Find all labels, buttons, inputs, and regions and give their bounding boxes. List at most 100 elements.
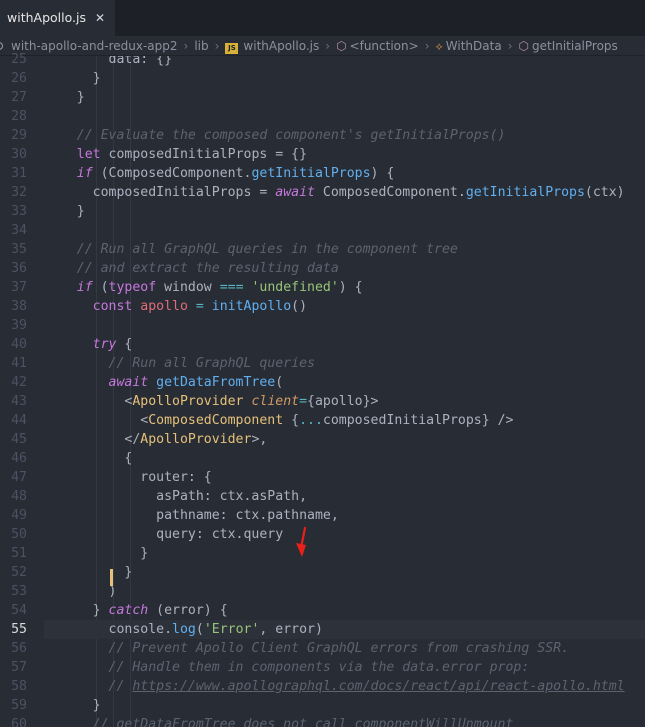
breadcrumb-item[interactable]: ⬡ <function> <box>336 36 419 55</box>
tab-withapollo[interactable]: withApollo.js ✕ <box>0 0 115 36</box>
code-token: client <box>251 394 300 409</box>
code-line[interactable]: const apollo = initApollo() <box>44 297 645 316</box>
breadcrumb-separator: › <box>214 39 220 53</box>
code-line[interactable]: // Prevent Apollo Client GraphQL errors … <box>44 639 645 658</box>
breadcrumb-item[interactable]: JS withApollo.js <box>225 36 319 55</box>
code-token: getDataFromTree <box>156 375 276 390</box>
code-line[interactable]: if (ComposedComponent.getInitialProps) { <box>44 164 645 183</box>
line-number: 26 <box>11 71 27 86</box>
line-number: 49 <box>11 508 27 523</box>
code-line[interactable]: composedInitialProps = await ComposedCom… <box>44 183 645 202</box>
code-line[interactable]: let composedInitialProps = {} <box>44 145 645 164</box>
tab-label: withApollo.js <box>7 10 86 25</box>
code-token: query: ctx.query <box>45 527 284 542</box>
code-token: (ComposedComponent. <box>100 166 252 181</box>
code-token: ... <box>299 413 323 428</box>
code-token: === <box>219 280 252 295</box>
line-number: 60 <box>11 717 27 727</box>
code-line[interactable]: <ComposedComponent {...composedInitialPr… <box>44 411 645 430</box>
code-line[interactable] <box>44 221 645 240</box>
code-line[interactable]: if (typeof window === 'undefined') { <box>44 278 645 297</box>
code-token: catch <box>108 603 157 618</box>
code-token: initApollo <box>211 299 292 314</box>
code-line[interactable] <box>44 316 645 335</box>
code-editor[interactable]: data: {} } } // Evaluate the composed co… <box>44 56 645 727</box>
breadcrumb-separator: › <box>507 39 513 53</box>
line-number: 36 <box>11 261 27 276</box>
line-number-gutter: 25 26 27 28 29 30 31 32 33 34 35 36 37 38 39 40 41 42 43 44… <box>0 52 44 727</box>
line-number: 51 <box>11 546 27 561</box>
code-line[interactable]: query: ctx.query <box>44 525 645 544</box>
code-line[interactable]: </ApolloProvider>, <box>44 430 645 449</box>
code-token: () <box>291 299 308 314</box>
line-number: 27 <box>11 90 27 105</box>
breadcrumb-item[interactable]: ⟡ WithData <box>435 36 502 55</box>
code-token: } <box>45 565 133 580</box>
code-line[interactable]: console.log('Error', error) <box>44 620 645 639</box>
code-line[interactable]: } <box>44 696 645 715</box>
code-token: data: {} <box>45 56 173 67</box>
breadcrumb-label: lib <box>194 39 209 53</box>
annotation-arrow-icon <box>296 526 307 557</box>
code-token: ( <box>100 280 109 295</box>
line-number: 57 <box>11 660 27 675</box>
disk-icon <box>0 42 3 50</box>
code-line[interactable] <box>44 107 645 126</box>
code-line[interactable]: pathname: ctx.pathname, <box>44 506 645 525</box>
code-line[interactable]: } <box>44 202 645 221</box>
code-line[interactable]: try { <box>44 335 645 354</box>
code-line[interactable]: // Evaluate the composed component's get… <box>44 126 645 145</box>
code-token: { <box>291 413 300 428</box>
editor-window: withApollo.js ✕ with-apollo-and-redux-ap… <box>0 0 645 727</box>
code-token: (error) { <box>156 603 228 618</box>
breadcrumb-separator: › <box>424 39 430 53</box>
line-number: 37 <box>11 280 27 295</box>
breadcrumb-item[interactable]: ⬡ getInitialProps <box>519 36 618 55</box>
breadcrumb-item[interactable]: lib <box>194 36 209 55</box>
code-token: = <box>299 394 308 409</box>
code-line[interactable]: // Handle them in components via the dat… <box>44 658 645 677</box>
line-number: 55 <box>11 622 27 637</box>
js-file-icon: JS <box>225 43 239 54</box>
code-line[interactable]: await getDataFromTree( <box>44 373 645 392</box>
code-line[interactable]: ) <box>44 582 645 601</box>
code-line[interactable]: // Run all GraphQL queries in the compon… <box>44 240 645 259</box>
code-line[interactable]: // getDataFromTree does not call compone… <box>44 715 645 727</box>
code-token: // Run all GraphQL queries <box>45 356 315 371</box>
close-icon[interactable]: ✕ <box>94 0 106 36</box>
line-number: 46 <box>11 451 27 466</box>
code-token: { <box>124 337 133 352</box>
code-token: let <box>45 147 109 162</box>
code-line[interactable]: } catch (error) { <box>44 601 645 620</box>
code-token: } <box>45 204 85 219</box>
code-token: const <box>45 299 141 314</box>
code-token: ) { <box>338 280 363 295</box>
code-line[interactable]: data: {} <box>44 56 645 69</box>
line-number: 30 <box>11 147 27 162</box>
code-line[interactable]: // https://www.apollographql.com/docs/re… <box>44 677 645 696</box>
code-token: {apollo}> <box>307 394 379 409</box>
code-token: 'undefined' <box>251 280 339 295</box>
component-icon: ⟡ <box>435 39 443 53</box>
code-line[interactable]: } <box>44 544 645 563</box>
line-number: 34 <box>11 223 27 238</box>
code-token: , error) <box>259 622 323 637</box>
code-token: getInitialProps <box>465 185 585 200</box>
code-line[interactable]: <ApolloProvider client={apollo}> <box>44 392 645 411</box>
code-line[interactable]: router: { <box>44 468 645 487</box>
code-line[interactable]: { <box>44 449 645 468</box>
code-line[interactable]: // Run all GraphQL queries <box>44 354 645 373</box>
code-line[interactable]: } <box>44 563 645 582</box>
code-token: composedInitialProps} /> <box>322 413 514 428</box>
code-token: console. <box>45 622 173 637</box>
code-token: (ctx) <box>584 185 625 200</box>
code-line[interactable]: } <box>44 69 645 88</box>
line-number: 52 <box>11 565 27 580</box>
code-line[interactable]: // and extract the resulting data <box>44 259 645 278</box>
code-token: } <box>45 71 101 86</box>
code-token: composedInitialProps = {} <box>108 147 308 162</box>
code-line[interactable]: asPath: ctx.asPath, <box>44 487 645 506</box>
code-line[interactable]: } <box>44 88 645 107</box>
code-token: >, <box>251 432 268 447</box>
line-number: 38 <box>11 299 27 314</box>
